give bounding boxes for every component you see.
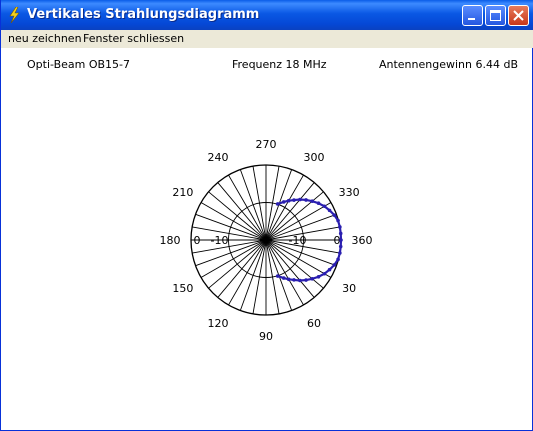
- angle-label: 60: [307, 317, 321, 330]
- angle-label: 180: [160, 234, 181, 247]
- pattern-point: [281, 200, 286, 204]
- pattern-point: [332, 213, 337, 217]
- close-icon: [513, 10, 524, 21]
- title-bar[interactable]: Vertikales Strahlungsdiagramm: [1, 0, 533, 30]
- pattern-point: [298, 197, 302, 202]
- lightning-icon: [9, 7, 20, 23]
- pattern-point: [310, 199, 315, 203]
- pattern-point: [322, 271, 327, 276]
- pattern-point: [316, 274, 321, 279]
- angle-label: 90: [259, 330, 273, 343]
- radial-tick-label: -10: [211, 234, 229, 247]
- pattern-point: [275, 202, 280, 206]
- pattern-point: [292, 278, 296, 282]
- radial-tick-label: -10: [289, 234, 307, 247]
- pattern-point: [338, 225, 342, 229]
- angle-label: 300: [304, 151, 325, 164]
- maximize-icon: [490, 10, 501, 21]
- angle-label: 120: [208, 317, 229, 330]
- pattern-point: [338, 231, 343, 236]
- angle-label: 240: [208, 151, 229, 164]
- menu-neu-zeichnen[interactable]: neu zeichnen: [8, 32, 82, 45]
- maximize-button[interactable]: [485, 5, 506, 26]
- menu-bar: neu zeichnen Fenster schliessen: [1, 30, 533, 48]
- angle-label: 360: [352, 234, 373, 247]
- pattern-point: [332, 263, 337, 267]
- window-title: Vertikales Strahlungsdiagramm: [27, 7, 260, 22]
- minimize-icon: [468, 18, 475, 20]
- pattern-point: [298, 278, 302, 283]
- pattern-point: [327, 267, 332, 272]
- pattern-point: [338, 251, 342, 255]
- pattern-point: [336, 257, 340, 262]
- polar-chart: 270 300 330 360 30 60 90 120 150 180 210 240 0 -10 -1…: [160, 138, 373, 343]
- pattern-point: [304, 278, 308, 282]
- pattern-point: [327, 208, 332, 213]
- pattern-point: [322, 204, 327, 209]
- app-window: Vertikales Strahlungsdiagramm neu zeichn…: [0, 0, 533, 431]
- pattern-point: [286, 198, 291, 203]
- pattern-point: [339, 238, 343, 242]
- close-button[interactable]: [508, 5, 529, 26]
- angle-label: 210: [172, 186, 193, 199]
- pattern-point: [336, 218, 340, 223]
- minimize-button[interactable]: [462, 5, 483, 26]
- pattern-point: [292, 198, 296, 202]
- pattern-point: [316, 201, 321, 206]
- menu-fenster-schliessen[interactable]: Fenster schliessen: [83, 32, 184, 45]
- pattern-point: [286, 277, 291, 282]
- angle-label: 30: [342, 282, 356, 295]
- radial-tick-label: 0: [194, 234, 201, 247]
- angle-label: 330: [339, 186, 360, 199]
- pattern-point: [281, 276, 286, 280]
- pattern-point: [310, 277, 315, 281]
- angle-label: 270: [256, 138, 277, 151]
- angle-label: 150: [172, 282, 193, 295]
- pattern-point: [275, 274, 280, 278]
- pattern-point: [304, 198, 308, 202]
- pattern-point: [338, 244, 343, 249]
